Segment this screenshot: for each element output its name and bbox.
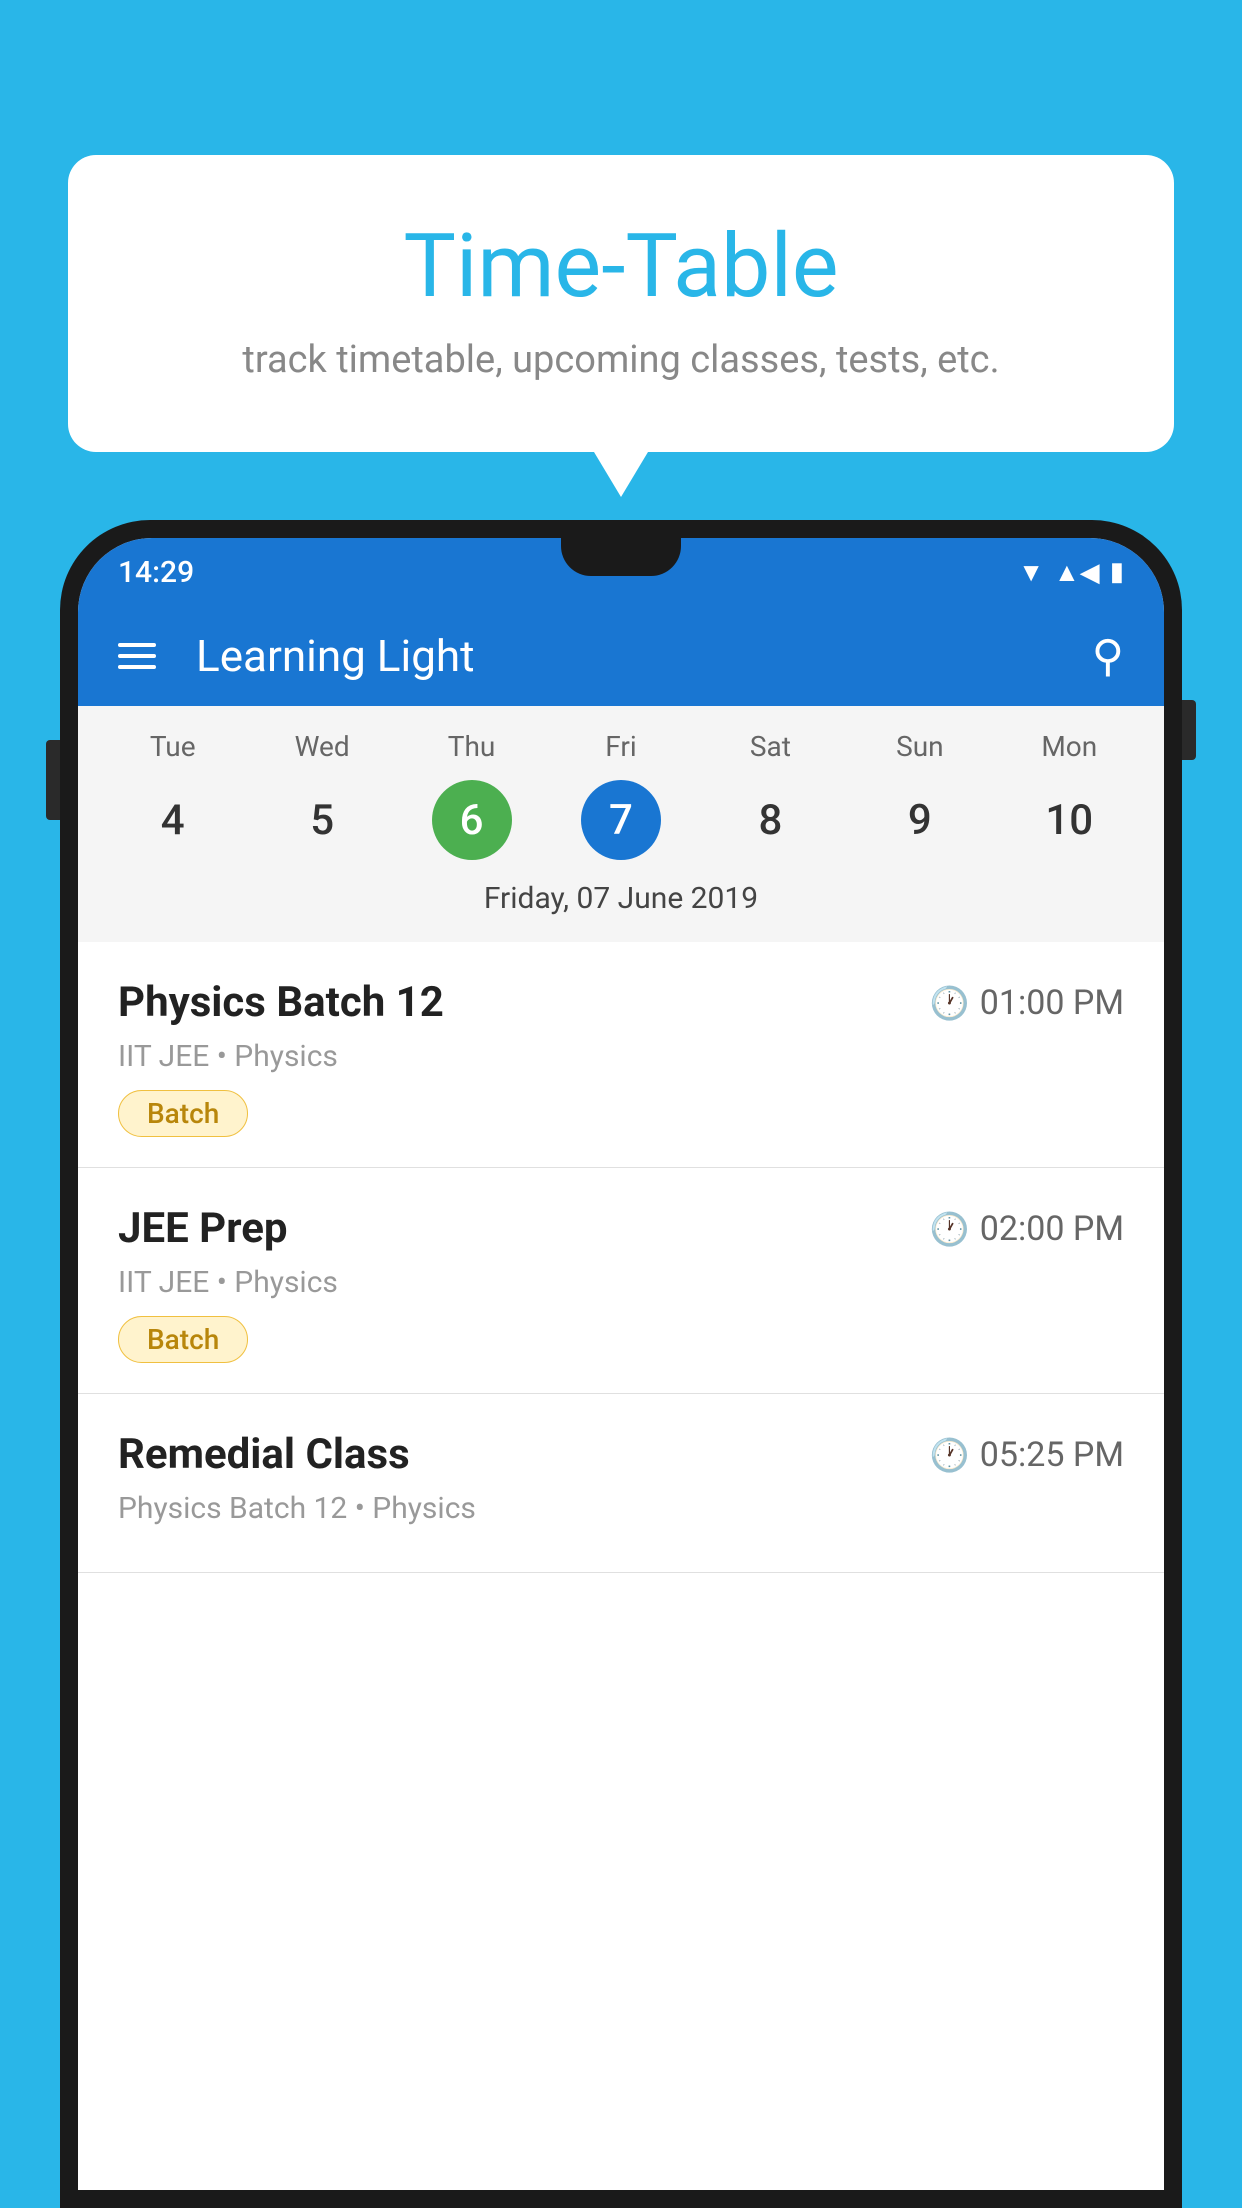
app-bar: Learning Light ⚲	[78, 606, 1164, 706]
date-8[interactable]: 8	[696, 775, 845, 865]
schedule-time-2: 🕐 02:00 PM	[930, 1209, 1124, 1249]
phone-screen: 14:29 ▼ ▲◀ ▮ Learning Light ⚲	[78, 538, 1164, 2190]
volume-button	[46, 740, 60, 820]
app-title: Learning Light	[196, 630, 1062, 682]
status-time: 14:29	[118, 555, 194, 590]
date-10[interactable]: 10	[995, 775, 1144, 865]
day-label-fri: Fri	[546, 730, 695, 763]
schedule-list: Physics Batch 12 🕐 01:00 PM IIT JEE • Ph…	[78, 942, 1164, 1573]
calendar-dates: 4 5 6 7 8 9 10	[98, 775, 1144, 865]
clock-icon-3: 🕐	[930, 1436, 970, 1474]
phone-notch	[561, 538, 681, 576]
phone-inner: 14:29 ▼ ▲◀ ▮ Learning Light ⚲	[78, 538, 1164, 2190]
day-label-mon: Mon	[995, 730, 1144, 763]
schedule-item-2[interactable]: JEE Prep 🕐 02:00 PM IIT JEE • Physics Ba…	[78, 1168, 1164, 1394]
signal-icon: ▲◀	[1054, 557, 1100, 588]
schedule-subtitle-1: IIT JEE • Physics	[118, 1039, 1124, 1074]
speech-bubble-container: Time-Table track timetable, upcoming cla…	[68, 155, 1174, 452]
day-label-sat: Sat	[696, 730, 845, 763]
date-7-selected[interactable]: 7	[581, 780, 661, 860]
calendar-header: Tue Wed Thu Fri Sat Sun Mon 4 5 6 7 8 9 …	[78, 706, 1164, 942]
bubble-title: Time-Table	[148, 215, 1094, 318]
bubble-subtitle: track timetable, upcoming classes, tests…	[148, 338, 1094, 382]
date-9[interactable]: 9	[845, 775, 994, 865]
selected-date-label: Friday, 07 June 2019	[98, 881, 1144, 932]
clock-icon-1: 🕐	[930, 984, 970, 1022]
schedule-subtitle-2: IIT JEE • Physics	[118, 1265, 1124, 1300]
schedule-item-1-header: Physics Batch 12 🕐 01:00 PM	[118, 978, 1124, 1027]
day-label-thu: Thu	[397, 730, 546, 763]
schedule-time-value-1: 01:00 PM	[980, 983, 1124, 1023]
schedule-title-2: JEE Prep	[118, 1204, 288, 1253]
schedule-time-value-2: 02:00 PM	[980, 1209, 1124, 1249]
schedule-time-3: 🕐 05:25 PM	[930, 1435, 1124, 1475]
schedule-item-1[interactable]: Physics Batch 12 🕐 01:00 PM IIT JEE • Ph…	[78, 942, 1164, 1168]
clock-icon-2: 🕐	[930, 1210, 970, 1248]
day-label-tue: Tue	[98, 730, 247, 763]
batch-badge-2: Batch	[118, 1316, 248, 1363]
schedule-title-1: Physics Batch 12	[118, 978, 444, 1027]
date-5[interactable]: 5	[247, 775, 396, 865]
speech-bubble: Time-Table track timetable, upcoming cla…	[68, 155, 1174, 452]
search-icon[interactable]: ⚲	[1092, 630, 1124, 682]
phone-frame: 14:29 ▼ ▲◀ ▮ Learning Light ⚲	[60, 520, 1182, 2208]
schedule-time-1: 🕐 01:00 PM	[930, 983, 1124, 1023]
schedule-item-2-header: JEE Prep 🕐 02:00 PM	[118, 1204, 1124, 1253]
hamburger-menu-button[interactable]	[118, 643, 156, 669]
schedule-time-value-3: 05:25 PM	[980, 1435, 1124, 1475]
schedule-item-3[interactable]: Remedial Class 🕐 05:25 PM Physics Batch …	[78, 1394, 1164, 1573]
schedule-item-3-header: Remedial Class 🕐 05:25 PM	[118, 1430, 1124, 1479]
day-label-sun: Sun	[845, 730, 994, 763]
batch-badge-1: Batch	[118, 1090, 248, 1137]
day-label-wed: Wed	[247, 730, 396, 763]
schedule-subtitle-3: Physics Batch 12 • Physics	[118, 1491, 1124, 1526]
schedule-title-3: Remedial Class	[118, 1430, 410, 1479]
power-button	[1182, 700, 1196, 760]
date-4[interactable]: 4	[98, 775, 247, 865]
calendar-days: Tue Wed Thu Fri Sat Sun Mon	[98, 730, 1144, 763]
battery-icon: ▮	[1110, 557, 1124, 587]
date-6-today[interactable]: 6	[432, 780, 512, 860]
status-icons: ▼ ▲◀ ▮	[1018, 557, 1124, 588]
wifi-icon: ▼	[1018, 557, 1044, 588]
